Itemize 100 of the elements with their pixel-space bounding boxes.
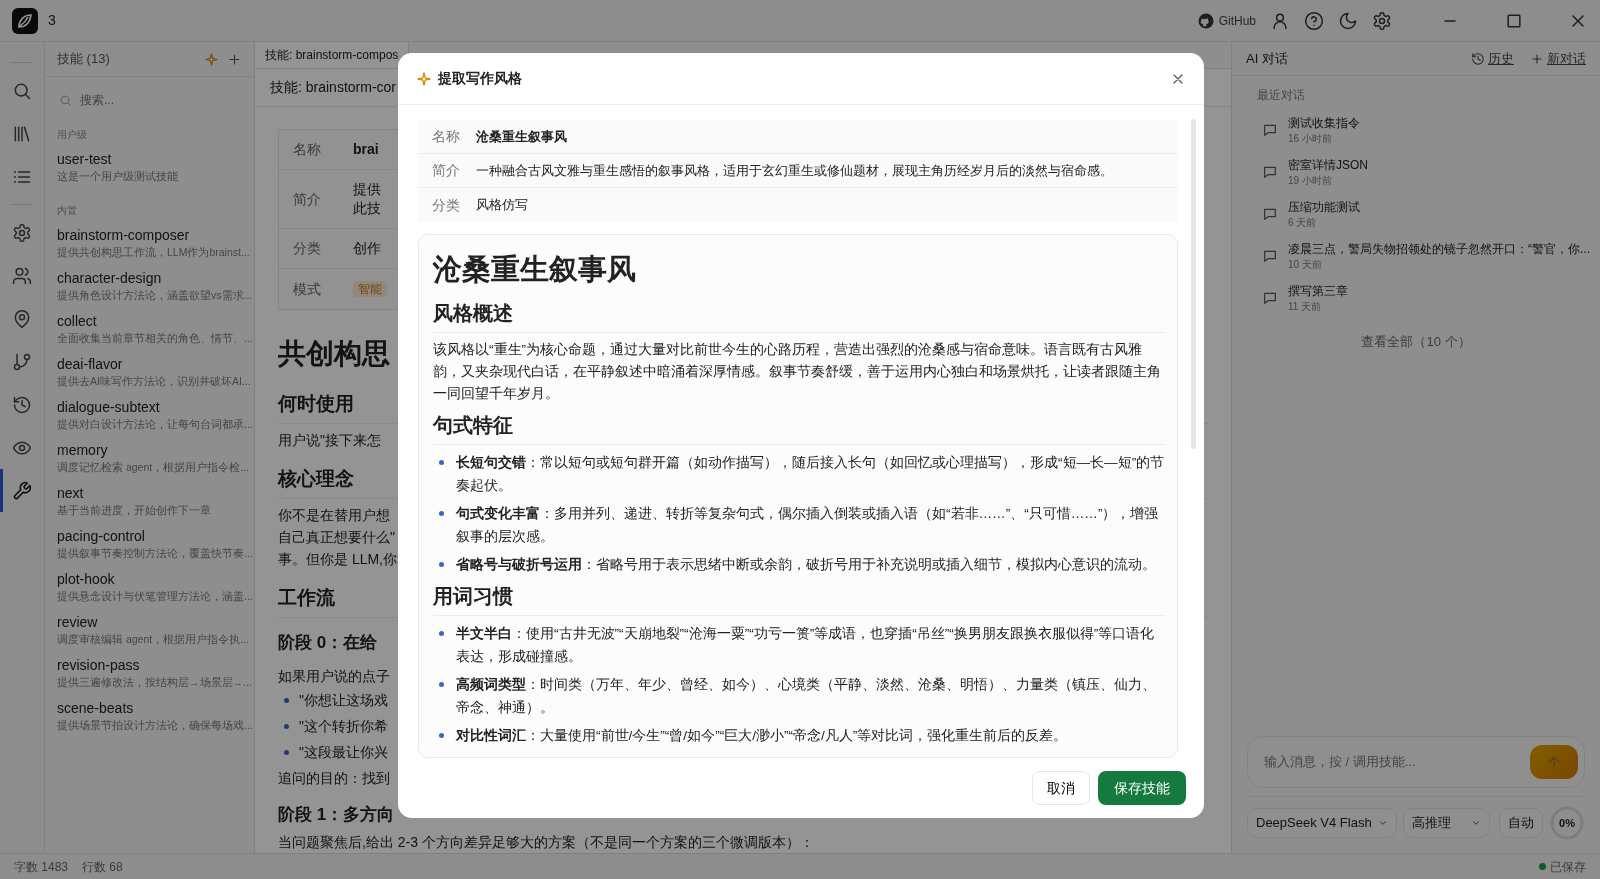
app-logo <box>12 7 38 34</box>
bullet <box>439 562 444 567</box>
bullet <box>284 697 289 703</box>
bullet <box>439 631 444 636</box>
chat-icon <box>1262 206 1278 222</box>
skill-name[interactable]: scene-beats <box>57 699 250 717</box>
field-value: 风格仿写 <box>476 196 528 215</box>
save-button[interactable]: 保存技能 <box>1098 771 1186 805</box>
plus-icon <box>1530 51 1544 66</box>
list-item: "这个转折你希 <box>299 717 388 736</box>
bullet <box>439 733 444 738</box>
field-label: 简介 <box>431 161 461 180</box>
conversation-item[interactable]: 压缩功能测试 6 天前 <box>1232 194 1600 236</box>
heading: 共创构思 <box>278 338 390 369</box>
list-item: 长短句交错：常以短句或短句群开篇（如动作描写），随后接入长句（如回忆或心理描写），形成“短—长—短”的节奏起伏。 <box>456 454 1165 495</box>
view-all-link[interactable]: 查看全部（10 个） <box>1361 334 1471 349</box>
skill-description: 提供共创构思工作流，LLM作为brainst... <box>57 245 250 260</box>
skill-description: 提供场景节拍设计方法论，确保每场戏... <box>57 718 250 733</box>
skill-description: 提供角色设计方法论，涵盖欲望vs需求... <box>57 288 250 303</box>
help-icon[interactable] <box>1304 10 1324 31</box>
field-label: 名称 <box>431 127 461 146</box>
message-field[interactable]: 输入消息，按 / 调用技能... <box>1262 751 1530 773</box>
field-label: 名称 <box>293 140 321 159</box>
settings-icon[interactable] <box>1372 10 1392 31</box>
list-item: "这段最让你兴 <box>299 743 388 762</box>
skill-name[interactable]: revision-pass <box>57 656 250 674</box>
mode-badge: 智能 <box>353 281 387 297</box>
save-status: 已保存 <box>1550 858 1586 876</box>
skill-name[interactable]: user-test <box>57 150 250 168</box>
bullet <box>284 749 289 755</box>
field-label: 模式 <box>293 279 321 299</box>
skill-name[interactable]: review <box>57 613 250 631</box>
search-field[interactable]: 搜索... <box>78 90 228 110</box>
bullet <box>439 682 444 687</box>
document-title: 技能: brainstorm-cor <box>270 78 397 97</box>
arrow-up-icon <box>1546 754 1562 770</box>
paragraph: 该风格以“重生”为核心命题，通过大量对比前世今生的心路历程，营造出强烈的沧桑感与宿命意味。语言既有古风雅韵，又夹杂现代白话，在平静叙述中暗涌着深厚情感。叙事节奏舒缓，善于运用内心独白和场景烘托，让读者跟随主角一同回望千年岁月。 <box>433 341 1162 403</box>
word-count: 字数 1483 <box>14 858 69 876</box>
skill-name[interactable]: brainstorm-composer <box>57 226 250 244</box>
reasoning-dropdown[interactable]: 高推理 <box>1402 808 1490 838</box>
conversation-item[interactable]: 测试收集指令 16 小时前 <box>1232 110 1600 152</box>
model-dropdown[interactable]: DeepSeek V4 Flash <box>1247 808 1397 838</box>
list-item: 半文半白：使用“古井无波”“天崩地裂”“沧海一粟”“功亏一篑”等成语，也穿插“吊丝”“换男朋友跟换衣服似得”等口语化表达，形成碰撞感。 <box>456 625 1156 666</box>
conversation-item[interactable]: 凌晨三点，警局失物招领处的镜子忽然开口：“警官，你... 10 天前 <box>1232 236 1600 278</box>
heading: 工作流 <box>278 587 335 608</box>
moon-icon[interactable] <box>1338 10 1358 31</box>
skill-name[interactable]: memory <box>57 441 250 459</box>
cancel-button[interactable]: 取消 <box>1032 771 1090 805</box>
chat-icon <box>1262 164 1278 180</box>
skill-name[interactable]: plot-hook <box>57 570 250 588</box>
heading: 句式特征 <box>433 414 513 436</box>
project-title: 3 <box>48 11 56 30</box>
chevron-icon <box>1377 818 1388 828</box>
paragraph: 用户说"接下来怎 <box>278 432 381 448</box>
skill-description: 调度记忆检索 agent，根据用户指令检... <box>57 460 250 475</box>
list-item: 省略号与破折号运用：省略号用于表示思绪中断或余韵，破折号用于补充说明或插入细节，模拟内心意识的流动。 <box>456 556 1156 574</box>
editor-tab[interactable]: 技能: brainstorm-compos <box>255 42 410 68</box>
send-button[interactable] <box>1530 745 1578 779</box>
add-icon[interactable] <box>227 51 242 67</box>
heading: 何时使用 <box>278 393 354 414</box>
heading: 用词习惯 <box>433 585 513 607</box>
field-value: brai <box>353 140 379 159</box>
heading: 阶段 0：在给 <box>278 633 378 652</box>
list-item: "你想让这场戏 <box>299 691 388 710</box>
context-meter: 0% <box>1549 805 1585 841</box>
skill-name[interactable]: collect <box>57 312 250 330</box>
skill-description: 全面收集当前章节相关的角色、情节、... <box>57 331 250 346</box>
history-icon <box>12 394 32 415</box>
skill-name[interactable]: pacing-control <box>57 527 250 545</box>
list-item: 高频词类型：时间类（万年、年少、曾经、如今）、心境类（平静、淡然、沧桑、明悟）、力量类（镇压、仙力、帝念、神通）。 <box>456 676 1157 717</box>
conversation-item[interactable]: 密室详情JSON 19 小时前 <box>1232 152 1600 194</box>
settings-icon <box>12 222 32 243</box>
conversation-item[interactable]: 撰写第三章 11 天前 <box>1232 278 1600 320</box>
field-label: 分类 <box>293 239 321 258</box>
paragraph: 如果用户说的点子 <box>278 668 390 684</box>
skill-name[interactable]: deai-flavor <box>57 355 250 373</box>
heading: 沧桑重生叙事风 <box>433 253 636 285</box>
chat-icon <box>1262 290 1278 306</box>
new-chat-button[interactable]: 新对话 <box>1530 48 1586 69</box>
section-label: 最近对话 <box>1256 87 1306 104</box>
chat-icon <box>1262 122 1278 138</box>
status-dot-icon <box>1539 863 1546 870</box>
sparkle-icon <box>416 70 432 87</box>
field-value: 创作 <box>353 239 381 258</box>
field-value: 一种融合古风文雅与重生感悟的叙事风格，适用于玄幻重生或修仙题材，展现主角历经岁月后的淡然与宿命感。 <box>476 161 1113 180</box>
heading: 核心理念 <box>278 468 354 489</box>
dialog-title: 提取写作风格 <box>438 69 522 88</box>
skill-name[interactable]: dialogue-subtext <box>57 398 250 416</box>
skill-name[interactable]: next <box>57 484 250 502</box>
github-link[interactable]: GitHub <box>1196 11 1256 30</box>
field-value: 此技 <box>353 199 381 218</box>
users-icon <box>12 265 32 286</box>
message-input[interactable]: 输入消息，按 / 调用技能... <box>1247 736 1585 788</box>
mode-button[interactable]: 自动 <box>1499 808 1543 838</box>
heading: 阶段 1：多方向 <box>278 805 395 824</box>
panel-title: 技能 (13) <box>57 50 110 69</box>
skill-description: 调度审核编辑 agent，根据用户指令执... <box>57 632 250 647</box>
bullet <box>439 511 444 516</box>
field-label: 简介 <box>293 189 321 209</box>
skill-name[interactable]: character-design <box>57 269 250 287</box>
